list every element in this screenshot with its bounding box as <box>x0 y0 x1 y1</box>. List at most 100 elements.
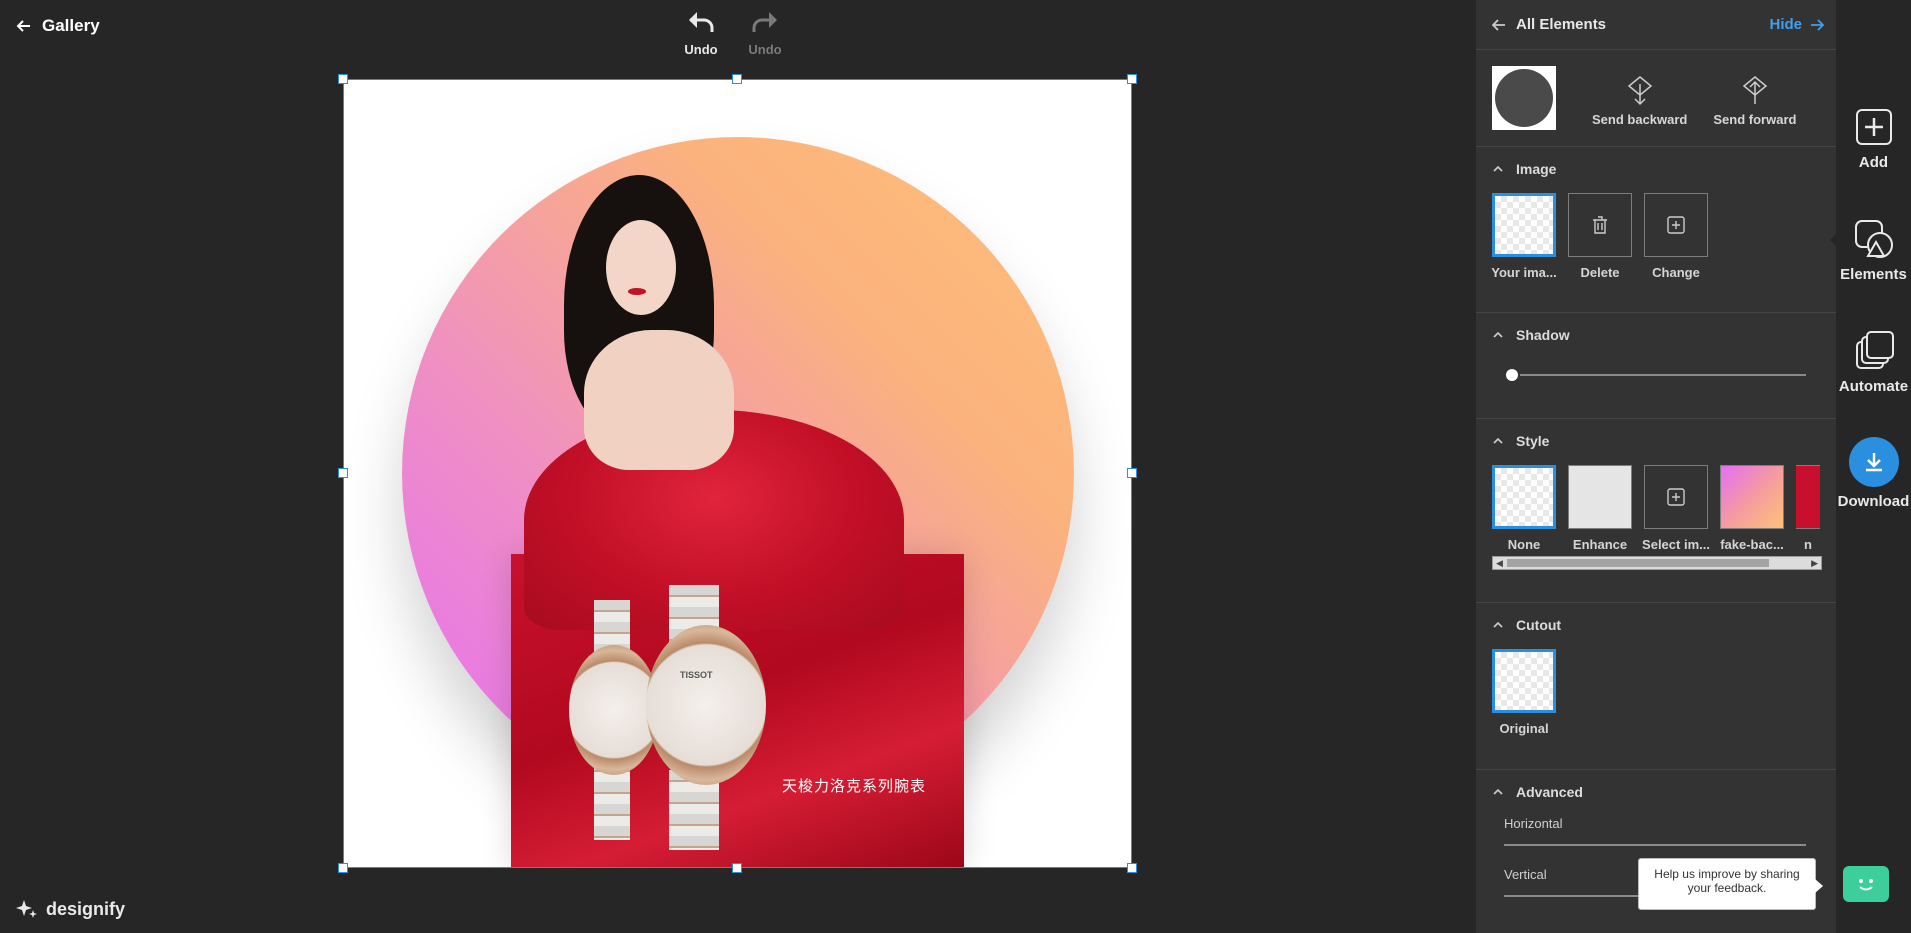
cutout-original-tile[interactable]: Original <box>1492 649 1556 736</box>
style-photo-thumb <box>1796 465 1820 529</box>
resize-handle-bm[interactable] <box>732 863 742 873</box>
rail-download-label: Download <box>1837 493 1910 510</box>
send-forward-button[interactable]: Send forward <box>1713 66 1796 127</box>
rail-automate-label: Automate <box>1838 378 1909 395</box>
right-tool-rail: Add Elements Automate Download <box>1836 0 1911 933</box>
redo-button[interactable]: Undo <box>747 10 783 57</box>
send-backward-icon <box>1627 76 1652 106</box>
tile-label: Select im... <box>1642 537 1710 552</box>
all-elements-label: All Elements <box>1516 16 1607 33</box>
scrollbar-thumb[interactable] <box>1507 559 1769 567</box>
scroll-right-arrow[interactable]: ▶ <box>1811 558 1818 569</box>
image-section: Image Your ima... Delete Change <box>1476 147 1836 313</box>
cutout-original-thumb <box>1492 649 1556 713</box>
style-horizontal-scrollbar[interactable]: ◀ ▶ <box>1492 556 1822 570</box>
resize-handle-mr[interactable] <box>1127 468 1137 478</box>
style-tiles: None Enhance Select im... fake-bac... n <box>1492 465 1822 552</box>
feedback-tooltip: Help us improve by sharing your feedback… <box>1638 858 1823 910</box>
elements-panel: All Elements Hide Send backward Send for… <box>1476 0 1836 933</box>
undo-icon <box>689 12 714 32</box>
image-section-title: Image <box>1516 161 1557 177</box>
shadow-section: Shadow <box>1476 313 1836 419</box>
tile-label: Delete <box>1580 265 1620 280</box>
send-backward-button[interactable]: Send backward <box>1592 66 1687 127</box>
scroll-left-arrow[interactable]: ◀ <box>1496 558 1503 569</box>
rail-elements-button[interactable]: Elements <box>1836 218 1911 283</box>
advanced-section-toggle[interactable]: Advanced <box>1492 784 1820 800</box>
delete-box <box>1568 193 1632 257</box>
your-image-tile[interactable]: Your ima... <box>1491 193 1557 280</box>
hide-label: Hide <box>1769 16 1802 33</box>
resize-handle-br[interactable] <box>1127 863 1137 873</box>
app-root: Gallery Undo Undo TISSOT 天梭力洛克系列腕表 desig… <box>0 0 1911 933</box>
send-forward-icon <box>1742 76 1768 104</box>
rail-add-label: Add <box>1858 154 1889 171</box>
tile-label: Original <box>1499 721 1549 736</box>
tile-label: Your ima... <box>1491 265 1557 280</box>
delete-image-tile[interactable]: Delete <box>1568 193 1632 280</box>
gallery-back-link[interactable]: Gallery <box>16 16 100 36</box>
product-caption: 天梭力洛克系列腕表 <box>782 777 927 795</box>
resize-handle-tm[interactable] <box>732 74 742 84</box>
rail-download-button[interactable]: Download <box>1836 437 1911 510</box>
image-section-toggle[interactable]: Image <box>1492 161 1820 177</box>
plus-square-icon <box>1667 488 1685 506</box>
watch-brand-text: TISSOT <box>680 670 713 680</box>
all-elements-back[interactable]: All Elements <box>1492 16 1606 33</box>
style-select-image-tile[interactable]: Select im... <box>1642 465 1710 552</box>
resize-handle-bl[interactable] <box>338 863 348 873</box>
advanced-section-title: Advanced <box>1516 784 1583 800</box>
undo-label: Undo <box>684 42 718 57</box>
rail-elements-label: Elements <box>1840 266 1907 283</box>
style-none-thumb <box>1492 465 1556 529</box>
logo-text: designify <box>46 898 126 919</box>
style-enhance-tile[interactable]: Enhance <box>1568 465 1632 552</box>
shadow-section-title: Shadow <box>1516 327 1570 343</box>
design-canvas[interactable]: TISSOT 天梭力洛克系列腕表 <box>343 79 1132 868</box>
horizontal-slider[interactable] <box>1504 835 1806 855</box>
rail-automate-button[interactable]: Automate <box>1836 330 1911 395</box>
shadow-section-toggle[interactable]: Shadow <box>1492 327 1820 343</box>
send-backward-label: Send backward <box>1592 112 1688 127</box>
shadow-slider[interactable] <box>1504 365 1806 385</box>
chevron-up-icon <box>1493 165 1503 172</box>
watch-large <box>646 625 766 785</box>
resize-handle-ml[interactable] <box>338 468 348 478</box>
style-section: Style None Enhance Select im... fake-bac… <box>1476 419 1836 603</box>
tile-label: n <box>1804 537 1812 552</box>
style-select-box <box>1644 465 1708 529</box>
feedback-bot-button[interactable] <box>1843 866 1889 902</box>
style-none-tile[interactable]: None <box>1492 465 1556 552</box>
trash-icon <box>1593 216 1607 234</box>
chevron-up-icon <box>1493 331 1503 338</box>
image-tiles: Your ima... Delete Change <box>1491 193 1820 280</box>
undo-redo-group: Undo Undo <box>683 10 783 57</box>
cutout-section-title: Cutout <box>1516 617 1562 633</box>
cutout-section-toggle[interactable]: Cutout <box>1492 617 1820 633</box>
change-image-tile[interactable]: Change <box>1644 193 1708 280</box>
arrow-right-icon <box>1811 18 1824 31</box>
resize-handle-tr[interactable] <box>1127 74 1137 84</box>
style-scroller: None Enhance Select im... fake-bac... n <box>1492 465 1822 552</box>
style-fake-background-tile[interactable]: fake-bac... <box>1720 465 1784 552</box>
slider-track <box>1504 374 1806 376</box>
rail-add-button[interactable]: Add <box>1836 106 1911 171</box>
resize-handle-tl[interactable] <box>338 74 348 84</box>
model-lips <box>628 288 646 295</box>
circle-shape-preview <box>1495 69 1553 127</box>
layers-icon <box>1855 331 1894 369</box>
slider-track <box>1504 844 1806 846</box>
undo-button[interactable]: Undo <box>683 10 719 57</box>
add-square-icon <box>1855 109 1892 145</box>
redo-label: Undo <box>748 42 782 57</box>
style-section-toggle[interactable]: Style <box>1492 433 1820 449</box>
style-partial-tile[interactable]: n <box>1796 465 1820 552</box>
tile-label: fake-bac... <box>1720 537 1784 552</box>
chevron-up-icon <box>1493 621 1503 628</box>
hide-panel-button[interactable]: Hide <box>1769 16 1824 33</box>
tile-label: Enhance <box>1572 537 1628 552</box>
slider-knob[interactable] <box>1504 367 1520 383</box>
download-icon <box>1865 453 1882 472</box>
send-forward-label: Send forward <box>1713 112 1797 127</box>
style-gradient-thumb <box>1720 465 1784 529</box>
